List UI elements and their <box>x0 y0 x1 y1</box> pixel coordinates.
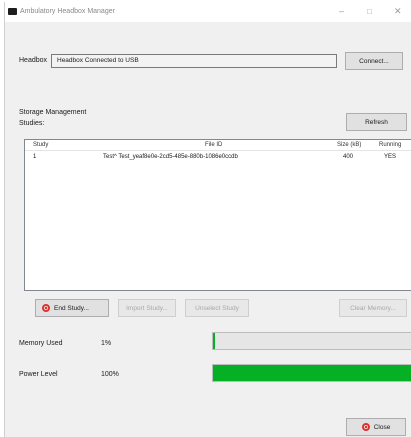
power-level-value: 100% <box>101 371 119 378</box>
headbox-status-field: Headbox Connected to USB <box>51 54 337 68</box>
cell-running: YES <box>384 154 397 160</box>
power-progress-bar <box>212 364 411 382</box>
end-study-button[interactable]: End Study... <box>35 299 109 317</box>
studies-list[interactable]: Study File ID Size (kB) Running 1 Test^ … <box>24 139 411 291</box>
close-stop-icon <box>361 423 370 431</box>
column-header-size[interactable]: Size (kB) <box>337 142 361 148</box>
cell-size: 400 <box>343 154 354 160</box>
end-study-label: End Study... <box>54 304 89 312</box>
close-icon[interactable]: ✕ <box>394 6 402 17</box>
memory-progress-bar <box>212 332 411 350</box>
header-divider <box>25 150 411 151</box>
connect-button[interactable]: Connect... <box>345 52 403 70</box>
window-title: Ambulatory Headbox Manager <box>20 8 115 15</box>
stop-icon <box>42 304 50 312</box>
column-header-study[interactable]: Study <box>33 142 48 148</box>
import-study-button[interactable]: Import Study... <box>118 299 176 317</box>
app-icon <box>8 8 17 15</box>
power-level-label: Power Level <box>19 371 58 378</box>
maximize-icon[interactable]: □ <box>367 7 372 16</box>
close-button[interactable]: Close <box>346 418 406 436</box>
minimize-icon[interactable]: – <box>339 6 344 16</box>
clear-memory-button[interactable]: Clear Memory... <box>339 299 407 317</box>
refresh-button[interactable]: Refresh <box>346 113 407 131</box>
column-header-file-id[interactable]: File ID <box>205 142 222 148</box>
cell-file-id: Test^ Test_yeaf8e0e-2cd5-485e-880b-1086e… <box>103 154 238 160</box>
studies-label: Studies: <box>19 120 45 127</box>
column-header-running[interactable]: Running <box>379 142 401 148</box>
cell-study: 1 <box>33 154 37 160</box>
memory-used-value: 1% <box>101 340 112 347</box>
close-button-label: Close <box>373 423 391 431</box>
power-progress-fill <box>213 365 411 381</box>
storage-heading: Storage Management <box>19 109 87 116</box>
memory-used-label: Memory Used <box>19 340 63 347</box>
unselect-study-button[interactable]: Unselect Study <box>185 299 249 317</box>
memory-progress-fill <box>213 333 215 349</box>
headbox-manager-window: Ambulatory Headbox Manager – □ ✕ Headbox… <box>4 2 411 437</box>
title-bar: Ambulatory Headbox Manager – □ ✕ <box>5 2 411 22</box>
headbox-label: Headbox <box>19 57 48 64</box>
